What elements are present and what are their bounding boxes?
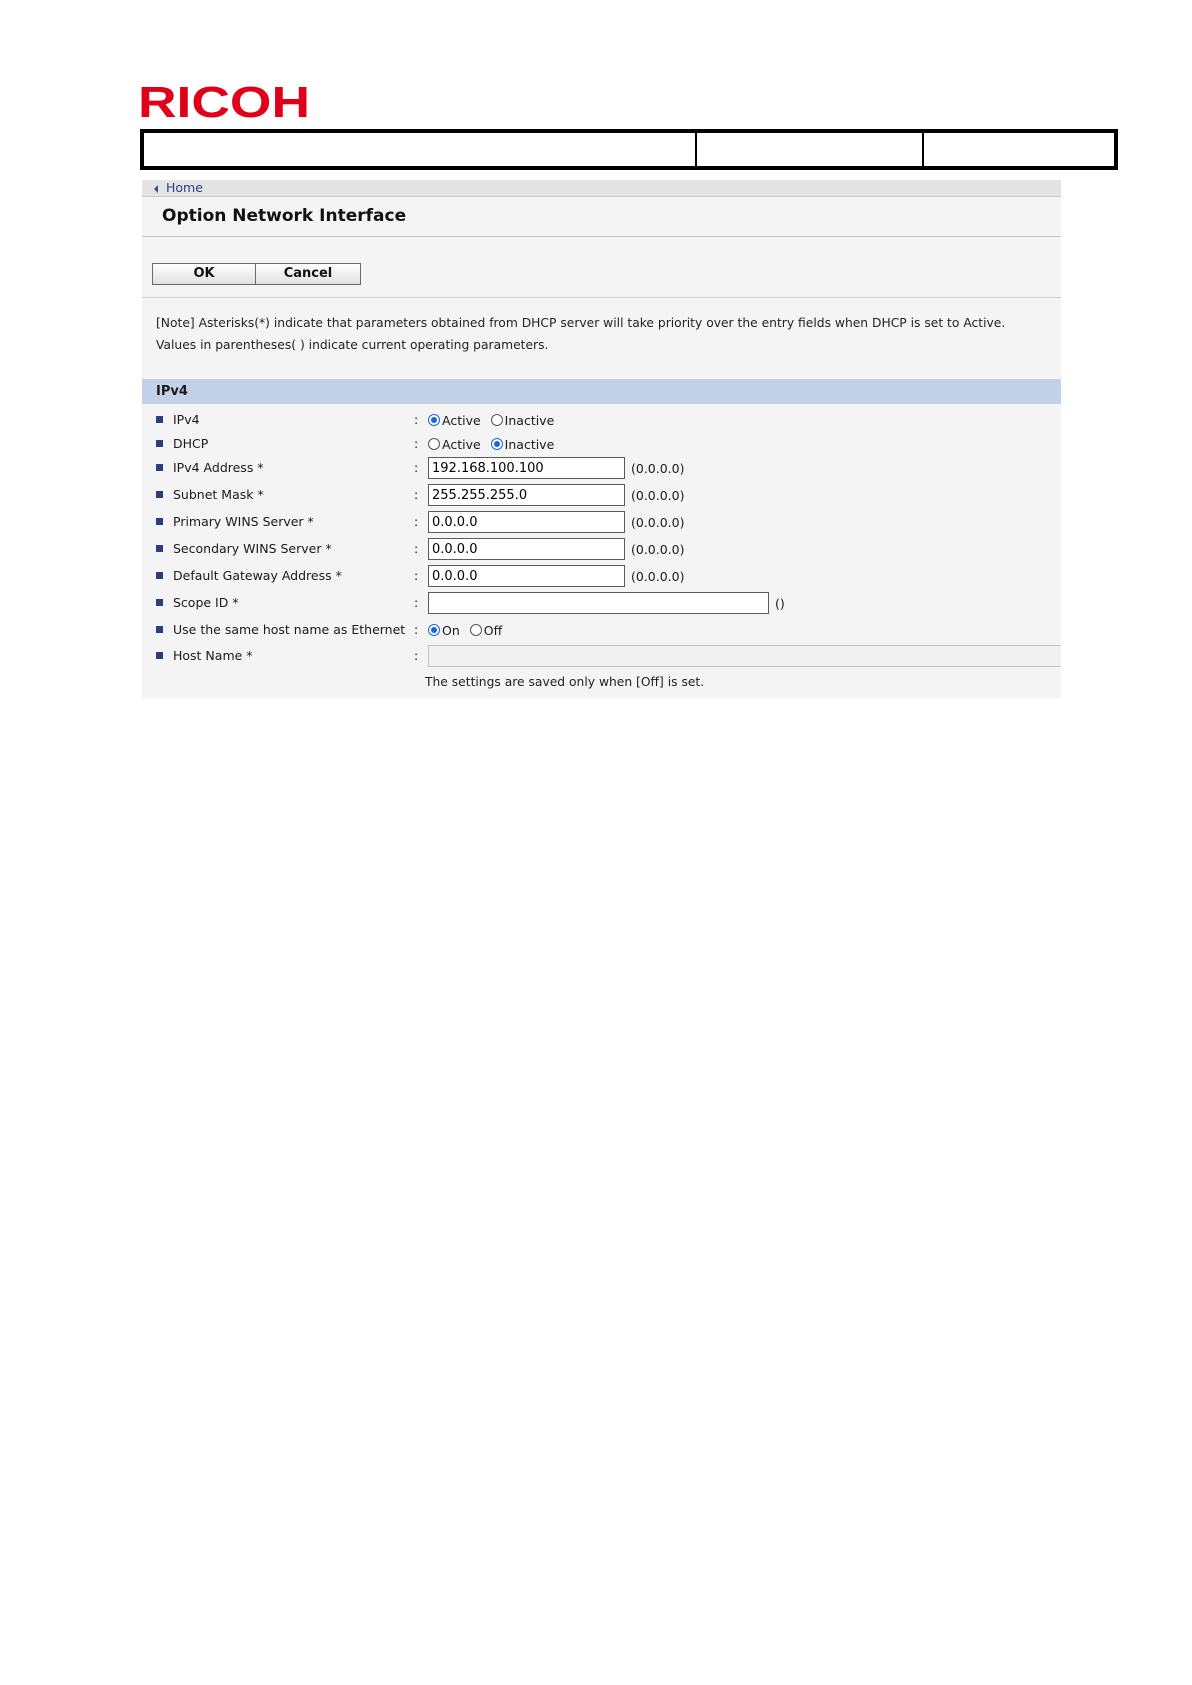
colon: : <box>414 436 419 451</box>
bullet-icon <box>156 572 163 579</box>
host-name-input <box>428 645 1061 667</box>
bullet-icon <box>156 599 163 606</box>
subnet-mask-input[interactable] <box>428 484 625 506</box>
bullet-icon <box>156 545 163 552</box>
header-cell-title <box>144 133 697 166</box>
document-header-table <box>140 129 1118 170</box>
breadcrumb: Home <box>142 180 1061 197</box>
colon: : <box>414 648 419 663</box>
field-label: IPv4 Address * <box>173 460 264 475</box>
radio-label: On <box>442 622 460 638</box>
ipv4-active-radio[interactable] <box>428 414 440 426</box>
ok-button[interactable]: OK <box>152 263 256 285</box>
header-cell-page <box>924 133 1114 166</box>
current-value: (0.0.0.0) <box>631 487 685 503</box>
current-value: (0.0.0.0) <box>631 541 685 557</box>
logo-wordmark: RICOH <box>138 84 310 122</box>
row-secondary-wins: Secondary WINS Server * : (0.0.0.0) <box>142 537 1061 561</box>
dhcp-active-radio[interactable] <box>428 438 440 450</box>
host-name-hint: The settings are saved only when [Off] i… <box>425 675 705 689</box>
colon: : <box>414 487 419 502</box>
note-line-2: Values in parentheses( ) indicate curren… <box>156 338 549 352</box>
field-label: Use the same host name as Ethernet <box>173 622 406 637</box>
current-value: (0.0.0.0) <box>631 568 685 584</box>
row-ipv4-address: IPv4 Address * : (0.0.0.0) <box>142 456 1061 480</box>
bullet-icon <box>156 652 163 659</box>
colon: : <box>414 460 419 475</box>
ricoh-logo: RICOH <box>138 84 313 122</box>
colon: : <box>414 412 419 427</box>
row-same-host-name: Use the same host name as Ethernet : On … <box>142 618 1061 642</box>
primary-wins-input[interactable] <box>428 511 625 533</box>
header-cell-model <box>697 133 924 166</box>
web-settings-screen: Home Option Network Interface OK Cancel … <box>142 180 1061 698</box>
radio-label: Off <box>483 622 503 638</box>
colon: : <box>414 595 419 610</box>
home-link[interactable]: Home <box>166 180 203 196</box>
bullet-icon <box>156 464 163 471</box>
ipv4-radio-group: Active Inactive <box>424 408 560 432</box>
bullet-icon <box>156 626 163 633</box>
radio-label: Inactive <box>504 412 555 428</box>
row-scope-id: Scope ID * : () <box>142 591 1061 615</box>
row-subnet-mask: Subnet Mask * : (0.0.0.0) <box>142 483 1061 507</box>
row-ipv4: IPv4 : Active Inactive <box>142 408 1061 432</box>
field-label: Secondary WINS Server * <box>173 541 332 556</box>
same-host-off-radio[interactable] <box>469 624 482 636</box>
cancel-button[interactable]: Cancel <box>256 263 361 285</box>
section-title: IPv4 <box>156 384 188 399</box>
ipv4-address-input[interactable] <box>428 457 625 479</box>
secondary-wins-input[interactable] <box>428 538 625 560</box>
bullet-icon <box>156 416 163 423</box>
row-primary-wins: Primary WINS Server * : (0.0.0.0) <box>142 510 1061 534</box>
radio-label: Inactive <box>504 436 555 452</box>
divider <box>142 236 1061 237</box>
scope-id-input[interactable] <box>428 592 769 614</box>
current-value: () <box>775 595 785 611</box>
default-gateway-input[interactable] <box>428 565 625 587</box>
radio-label: Active <box>442 412 481 428</box>
field-label: Host Name * <box>173 648 253 663</box>
back-arrow-icon <box>154 185 158 193</box>
bullet-icon <box>156 440 163 447</box>
current-value: (0.0.0.0) <box>631 514 685 530</box>
page-title: Option Network Interface <box>162 206 407 226</box>
dhcp-inactive-radio[interactable] <box>490 438 503 450</box>
action-toolbar: OK Cancel <box>152 263 361 285</box>
row-host-name: Host Name * : <box>142 644 1061 668</box>
section-header-ipv4: IPv4 <box>142 379 1061 404</box>
row-default-gateway: Default Gateway Address * : (0.0.0.0) <box>142 564 1061 588</box>
divider <box>142 297 1061 298</box>
colon: : <box>414 622 419 637</box>
ipv4-inactive-radio[interactable] <box>490 414 503 426</box>
colon: : <box>414 568 419 583</box>
note-text: [Note] Asterisks(*) indicate that parame… <box>156 312 1061 356</box>
dhcp-radio-group: Active Inactive <box>424 432 560 456</box>
field-label: Scope ID * <box>173 595 239 610</box>
field-label: IPv4 <box>173 412 200 427</box>
field-label: Subnet Mask * <box>173 487 264 502</box>
same-host-radio-group: On Off <box>424 618 508 642</box>
field-label: Primary WINS Server * <box>173 514 314 529</box>
radio-label: Active <box>442 436 481 452</box>
field-label: DHCP <box>173 436 209 451</box>
colon: : <box>414 514 419 529</box>
same-host-on-radio[interactable] <box>428 624 440 636</box>
colon: : <box>414 541 419 556</box>
row-dhcp: DHCP : Active Inactive <box>142 432 1061 456</box>
current-value: (0.0.0.0) <box>631 460 685 476</box>
bullet-icon <box>156 518 163 525</box>
bullet-icon <box>156 491 163 498</box>
note-line-1: [Note] Asterisks(*) indicate that parame… <box>156 316 1006 330</box>
field-label: Default Gateway Address * <box>173 568 342 583</box>
